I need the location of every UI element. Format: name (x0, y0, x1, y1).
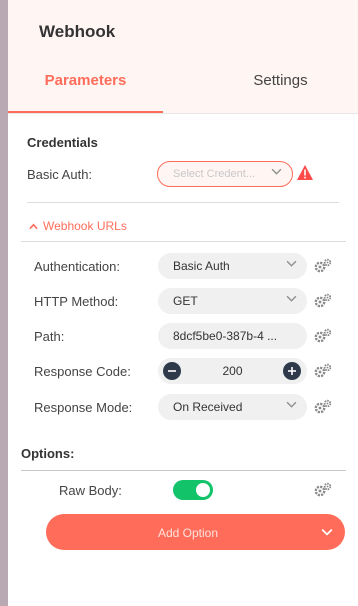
node-title: Webhook (39, 22, 116, 41)
gear-icon[interactable] (314, 482, 332, 503)
http-method-select[interactable]: GET (158, 288, 307, 314)
authentication-value: Basic Auth (173, 259, 230, 273)
gear-icon[interactable] (314, 328, 332, 349)
response-mode-value: On Received (173, 400, 243, 414)
tab-settings[interactable]: Settings (198, 72, 358, 89)
toggle-knob (196, 483, 210, 497)
credentials-section-title: Credentials (27, 135, 98, 150)
response-code-label: Response Code: (34, 364, 131, 379)
http-method-label: HTTP Method: (34, 294, 119, 309)
gear-icon[interactable] (314, 293, 332, 314)
raw-body-label: Raw Body: (59, 483, 122, 498)
divider (27, 202, 339, 203)
chevron-down-icon (321, 526, 333, 541)
authentication-label: Authentication: (34, 259, 121, 274)
active-tab-indicator (8, 111, 163, 113)
path-value: 8dcf5be0-387b-4 ... (173, 329, 278, 343)
add-option-button[interactable]: Add Option (46, 514, 345, 550)
warning-icon (297, 165, 313, 185)
node-parameters-panel: Webhook Parameters Settings Credentials … (8, 0, 358, 606)
webhook-urls-toggle[interactable]: Webhook URLs (29, 219, 127, 233)
credential-select[interactable]: Select Credent... (157, 161, 293, 187)
options-title: Options: (21, 446, 75, 461)
chevron-down-icon (286, 399, 297, 413)
path-label: Path: (34, 329, 65, 344)
panel-header: Webhook Parameters Settings (8, 0, 358, 114)
gear-icon[interactable] (314, 363, 332, 384)
basic-auth-label: Basic Auth: (27, 167, 93, 182)
chevron-down-icon (286, 258, 297, 272)
authentication-select[interactable]: Basic Auth (158, 253, 307, 279)
response-mode-select[interactable]: On Received (158, 394, 307, 420)
chevron-down-icon (286, 293, 297, 307)
response-mode-label: Response Mode: (34, 400, 133, 415)
response-code-stepper: 200 (158, 358, 307, 384)
divider (21, 241, 346, 242)
webhook-urls-label: Webhook URLs (43, 219, 127, 233)
tab-parameters[interactable]: Parameters (8, 72, 163, 89)
raw-body-toggle[interactable] (173, 480, 213, 500)
credential-select-placeholder: Select Credent... (173, 168, 255, 180)
chevron-down-icon (271, 166, 282, 180)
path-input[interactable]: 8dcf5be0-387b-4 ... (158, 323, 307, 349)
http-method-value: GET (173, 294, 198, 308)
gear-icon[interactable] (314, 258, 332, 279)
chevron-up-icon (29, 221, 43, 233)
gear-icon[interactable] (314, 399, 332, 420)
canvas-edge (0, 0, 8, 606)
add-option-label: Add Option (157, 526, 219, 540)
increment-button[interactable] (283, 362, 301, 380)
divider (21, 470, 346, 471)
